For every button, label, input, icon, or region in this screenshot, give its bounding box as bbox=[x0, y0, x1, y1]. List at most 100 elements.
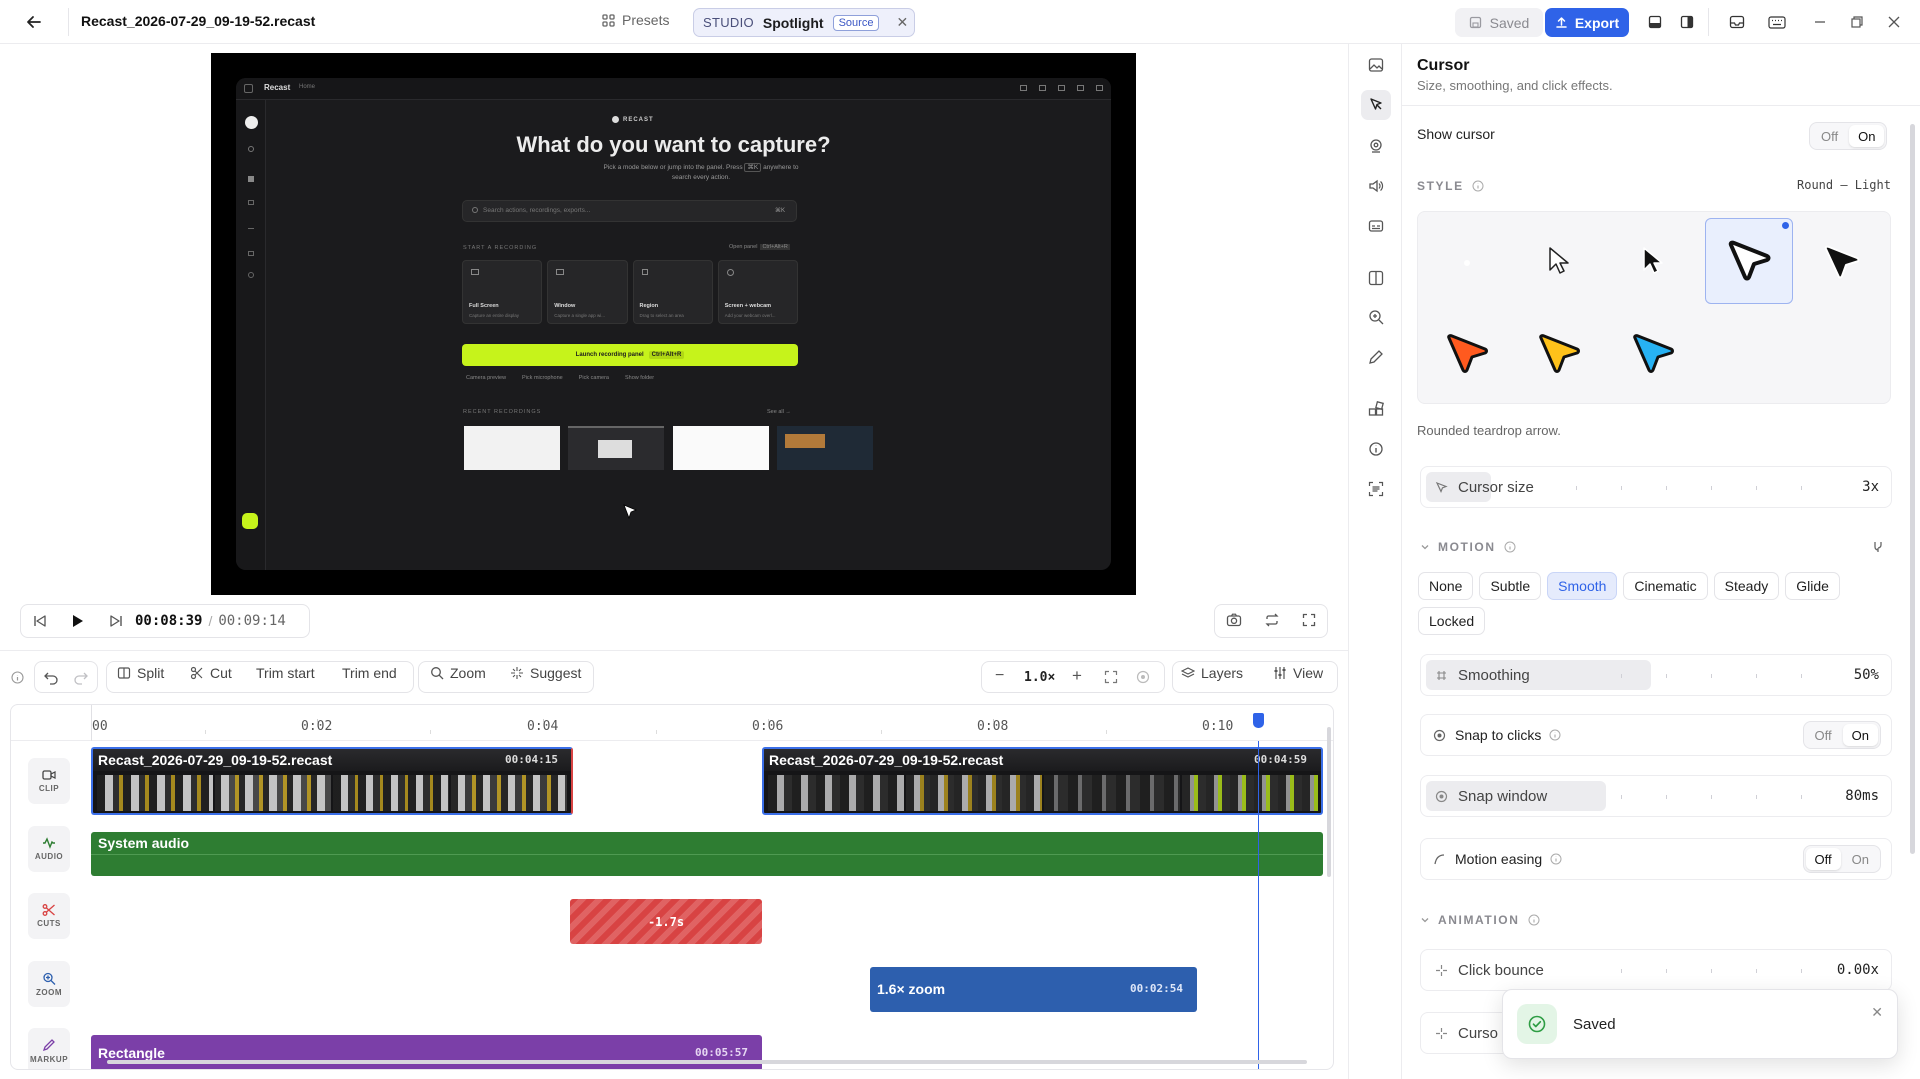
target-icon[interactable] bbox=[1136, 670, 1150, 687]
trim-end-button[interactable]: Trim end bbox=[342, 665, 397, 681]
layout-right-icon[interactable] bbox=[1674, 10, 1700, 34]
video-clip[interactable]: Recast_2026-07-29_09-19-52.recast 00:04:… bbox=[91, 747, 573, 815]
audio-clip[interactable]: System audio bbox=[91, 832, 1323, 876]
info-icon[interactable] bbox=[1361, 434, 1391, 464]
camera-icon[interactable] bbox=[1226, 613, 1242, 630]
style-description: Rounded teardrop arrow. bbox=[1417, 423, 1561, 438]
info-icon[interactable] bbox=[11, 671, 24, 687]
scan-icon[interactable] bbox=[1361, 474, 1391, 504]
track-label-markup[interactable]: MARKUP bbox=[28, 1028, 70, 1069]
motion-subtle[interactable]: Subtle bbox=[1479, 572, 1542, 600]
zoom-region-duration: 00:02:54 bbox=[1130, 982, 1183, 995]
close-icon[interactable]: ✕ bbox=[1871, 1004, 1883, 1021]
captions-icon[interactable] bbox=[1361, 211, 1391, 241]
cursor-size-slider[interactable]: Cursor size 3x bbox=[1420, 466, 1892, 508]
window-close-icon[interactable] bbox=[1881, 10, 1907, 34]
cut-region[interactable]: -1.7s bbox=[570, 899, 762, 944]
shapes-icon[interactable] bbox=[1361, 394, 1391, 424]
inbox-icon[interactable] bbox=[1724, 10, 1750, 34]
cursor-style-mac-light[interactable] bbox=[1518, 218, 1598, 304]
trim-start-button[interactable]: Trim start bbox=[256, 665, 315, 681]
fit-icon[interactable] bbox=[1104, 670, 1118, 687]
undo-icon[interactable] bbox=[43, 669, 59, 688]
studio-preset-chip[interactable]: STUDIO Spotlight Source ✕ bbox=[693, 8, 915, 37]
skip-back-button[interactable] bbox=[21, 605, 59, 637]
panel-scrollbar[interactable] bbox=[1910, 124, 1915, 854]
snap-window-slider[interactable]: Snap window 80ms bbox=[1420, 775, 1892, 817]
zoom-in-icon[interactable]: + bbox=[1072, 666, 1082, 686]
restore-icon[interactable] bbox=[1844, 10, 1870, 34]
motion-smooth[interactable]: Smooth bbox=[1547, 572, 1618, 600]
snap-to-clicks-toggle[interactable]: Off On bbox=[1802, 721, 1881, 749]
zoom-region[interactable]: 1.6× zoom 00:02:54 bbox=[870, 967, 1197, 1012]
toggle-on[interactable]: On bbox=[1849, 125, 1885, 147]
webcam-icon[interactable] bbox=[1361, 131, 1391, 161]
cursor-style-none[interactable] bbox=[1426, 218, 1506, 304]
back-button[interactable] bbox=[18, 10, 50, 34]
cursor-style-blue[interactable] bbox=[1612, 310, 1692, 396]
motion-cinematic[interactable]: Cinematic bbox=[1623, 572, 1708, 600]
video-clip[interactable]: Recast_2026-07-29_09-19-52.recast 00:04:… bbox=[762, 747, 1323, 815]
playhead-handle[interactable] bbox=[1253, 713, 1264, 728]
motion-easing-toggle[interactable]: Off On bbox=[1802, 845, 1881, 873]
cursor-style-round-light[interactable] bbox=[1705, 218, 1793, 304]
skip-forward-button[interactable] bbox=[97, 605, 135, 637]
motion-header[interactable]: MOTION bbox=[1420, 540, 1516, 554]
audio-clip-label: System audio bbox=[98, 835, 190, 851]
toggle-on[interactable]: On bbox=[1842, 724, 1878, 746]
zoom-region-label: 1.6× zoom bbox=[877, 981, 946, 997]
view-button[interactable]: View bbox=[1273, 665, 1323, 681]
cursor-style-yellow[interactable] bbox=[1518, 310, 1598, 396]
image-icon[interactable] bbox=[1361, 50, 1391, 80]
layout-bottom-icon[interactable] bbox=[1642, 10, 1668, 34]
toggle-off[interactable]: Off bbox=[1805, 848, 1841, 870]
preview-cursor-icon bbox=[623, 504, 637, 519]
minimize-icon[interactable] bbox=[1807, 10, 1833, 34]
toggle-on[interactable]: On bbox=[1843, 848, 1878, 870]
track-label-clip[interactable]: CLIP bbox=[28, 758, 70, 804]
loop-icon[interactable] bbox=[1264, 613, 1280, 630]
grid-icon bbox=[602, 13, 615, 27]
track-label-audio[interactable]: AUDIO bbox=[28, 826, 70, 872]
show-cursor-toggle[interactable]: Off On bbox=[1809, 122, 1888, 150]
branch-icon[interactable] bbox=[1871, 540, 1885, 554]
time-ruler[interactable] bbox=[11, 705, 1333, 741]
fullscreen-icon[interactable] bbox=[1302, 613, 1316, 630]
markup-region-duration: 00:05:57 bbox=[695, 1046, 748, 1059]
motion-none[interactable]: None bbox=[1418, 572, 1474, 600]
layout-icon[interactable] bbox=[1361, 263, 1391, 293]
zoom-out-icon[interactable]: − bbox=[995, 667, 1004, 685]
cursor-style-mac-dark[interactable] bbox=[1612, 218, 1692, 304]
click-bounce-slider[interactable]: Click bounce 0.00x bbox=[1420, 949, 1892, 991]
motion-steady[interactable]: Steady bbox=[1713, 572, 1780, 600]
motion-glide[interactable]: Glide bbox=[1785, 572, 1840, 600]
cursor-icon[interactable] bbox=[1361, 90, 1391, 120]
play-button[interactable] bbox=[59, 605, 97, 637]
vertical-scrollbar[interactable] bbox=[1326, 719, 1332, 1053]
keyboard-icon[interactable] bbox=[1764, 10, 1790, 34]
zoom-button[interactable]: Zoom bbox=[430, 665, 486, 681]
layers-button[interactable]: Layers bbox=[1181, 665, 1243, 681]
presets-button[interactable]: Presets bbox=[602, 12, 669, 28]
horizontal-scrollbar[interactable] bbox=[107, 1059, 1307, 1065]
zoom-icon[interactable] bbox=[1361, 302, 1391, 332]
suggest-button[interactable]: Suggest bbox=[510, 665, 581, 681]
track-label-zoom[interactable]: ZOOM bbox=[28, 961, 70, 1007]
close-icon[interactable]: ✕ bbox=[896, 14, 908, 31]
toggle-off[interactable]: Off bbox=[1806, 724, 1841, 746]
split-button[interactable]: Split bbox=[117, 665, 164, 681]
animation-header[interactable]: ANIMATION bbox=[1420, 913, 1540, 927]
redo-icon[interactable] bbox=[73, 669, 89, 688]
smoothing-slider[interactable]: Smoothing 50% bbox=[1420, 654, 1892, 696]
clip-name: Recast_2026-07-29_09-19-52.recast bbox=[769, 752, 1004, 768]
timeline[interactable]: 00 0:02 0:04 0:06 0:08 0:10 CLIP AUDIO C… bbox=[10, 704, 1334, 1070]
cursor-style-orange[interactable] bbox=[1426, 310, 1506, 396]
toggle-off[interactable]: Off bbox=[1812, 125, 1847, 147]
cut-button[interactable]: Cut bbox=[190, 665, 232, 681]
motion-locked[interactable]: Locked bbox=[1418, 607, 1486, 635]
speaker-icon[interactable] bbox=[1361, 171, 1391, 201]
cursor-style-round-dark[interactable] bbox=[1802, 218, 1882, 304]
pencil-icon[interactable] bbox=[1361, 342, 1391, 372]
track-label-cuts[interactable]: CUTS bbox=[28, 893, 70, 939]
export-button[interactable]: Export bbox=[1545, 8, 1629, 37]
